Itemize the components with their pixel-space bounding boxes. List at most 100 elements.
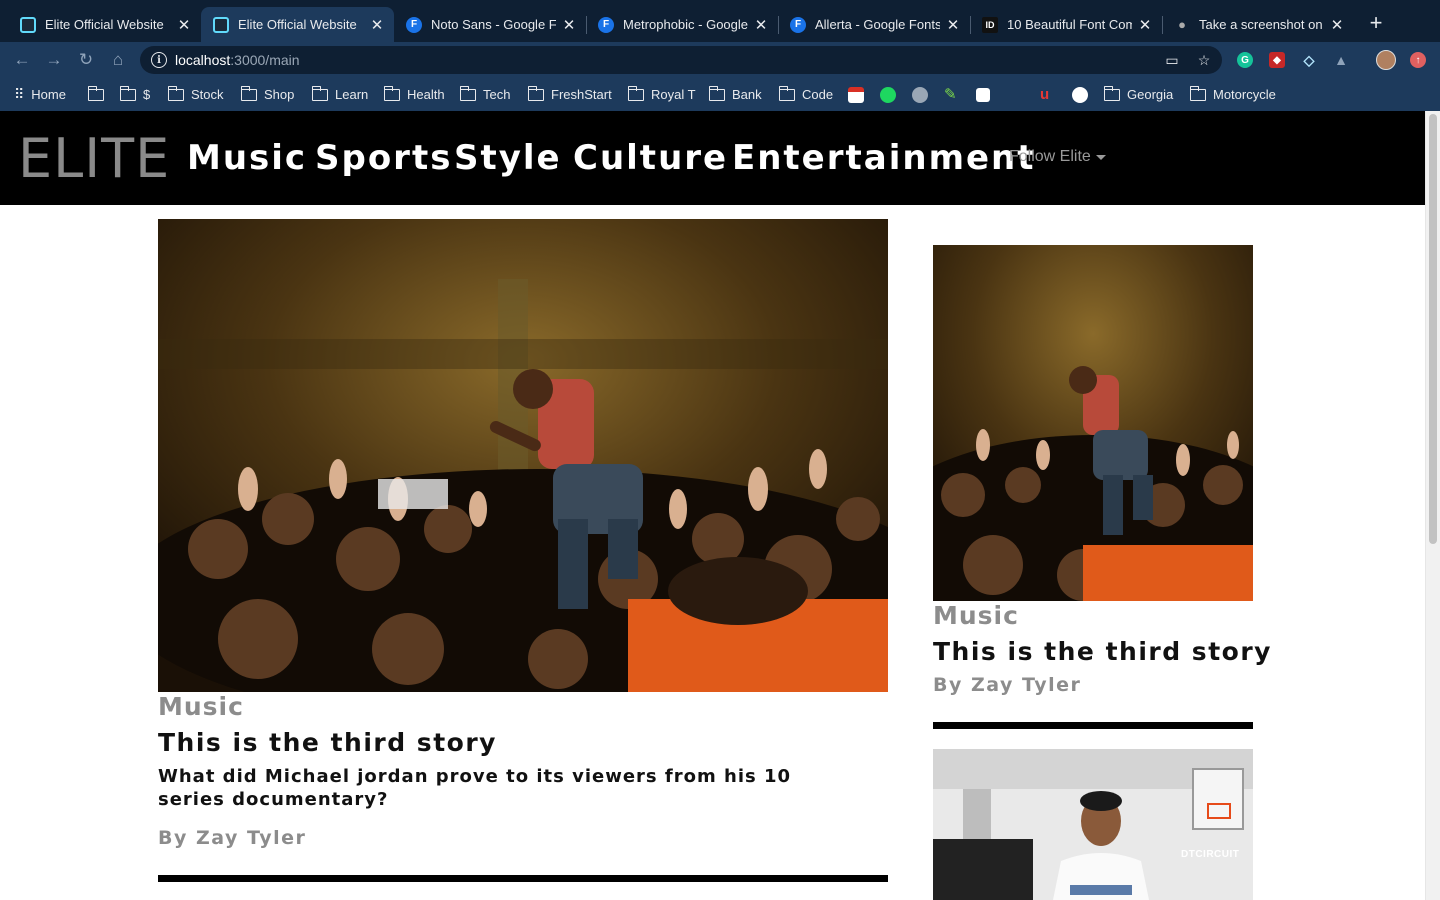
- bookmark-folder[interactable]: Bank: [708, 85, 762, 103]
- folder-icon: [383, 85, 400, 101]
- grammarly-icon[interactable]: G: [1237, 52, 1253, 68]
- update-icon[interactable]: ↑: [1410, 52, 1426, 68]
- bookmark-label: Motorcycle: [1213, 87, 1276, 102]
- bookmark-apps[interactable]: ⠿ Home: [14, 86, 66, 103]
- cast-icon[interactable]: ▭: [1164, 52, 1180, 68]
- side-story-title[interactable]: This is the third story: [933, 636, 1272, 668]
- browser-tab[interactable]: F Metrophobic - Google Fonts ✕: [586, 7, 778, 42]
- bookmark-label: Learn: [335, 87, 369, 102]
- browser-tab[interactable]: ID 10 Beautiful Font Combinations ✕: [970, 7, 1162, 42]
- google-fonts-icon: F: [598, 16, 614, 33]
- bookmark-label: Georgia: [1127, 87, 1174, 102]
- bookmark-folder[interactable]: FreshStart: [527, 85, 612, 103]
- main-story-category[interactable]: Music: [158, 692, 244, 722]
- bookmark-folder[interactable]: Learn: [311, 85, 369, 103]
- main-story-title[interactable]: This is the third story: [158, 727, 497, 759]
- bookmark-folder[interactable]: [87, 85, 111, 103]
- bookmark-folder[interactable]: Stock: [167, 85, 224, 103]
- close-icon[interactable]: ✕: [1138, 16, 1152, 34]
- globe-icon[interactable]: [912, 87, 928, 103]
- unsplash-icon[interactable]: [976, 88, 990, 102]
- forward-arrow-icon[interactable]: →: [44, 50, 64, 70]
- reload-icon[interactable]: ↻: [76, 50, 96, 70]
- tab-title: Take a screenshot on your Mac: [1199, 17, 1324, 32]
- folder-icon: [1189, 85, 1206, 101]
- folder-icon: [167, 85, 184, 101]
- nav-link-sports[interactable]: Sports: [315, 137, 452, 179]
- bookmark-label: FreshStart: [551, 87, 612, 102]
- close-icon[interactable]: ✕: [562, 16, 576, 34]
- green-circle-icon[interactable]: [880, 87, 896, 103]
- close-icon[interactable]: ✕: [1330, 16, 1344, 34]
- nav-link-style[interactable]: Style: [454, 137, 562, 179]
- folder-icon: [119, 85, 136, 101]
- bookmark-label: Home: [31, 87, 66, 102]
- close-icon[interactable]: ✕: [370, 16, 384, 34]
- browser-tab[interactable]: ● Take a screenshot on your Mac ✕: [1162, 7, 1354, 42]
- back-arrow-icon[interactable]: ←: [12, 50, 32, 70]
- bookmark-folder[interactable]: Tech: [459, 85, 511, 103]
- site-logo[interactable]: ELITE: [18, 131, 170, 187]
- profile-avatar[interactable]: [1376, 50, 1396, 70]
- info-icon[interactable]: i: [151, 52, 167, 68]
- extension-red-icon[interactable]: ◆: [1269, 52, 1285, 68]
- leaf-icon[interactable]: ✎: [944, 87, 960, 103]
- bookmark-folder[interactable]: Royal T: [627, 85, 696, 103]
- close-icon[interactable]: ✕: [946, 16, 960, 34]
- folder-icon: [240, 85, 257, 101]
- bookmark-folder[interactable]: $: [119, 85, 150, 103]
- close-icon[interactable]: ✕: [177, 16, 191, 34]
- photo-watermark: DTCIRCUIT: [1181, 849, 1240, 860]
- nav-link-entertainment[interactable]: Entertainment: [732, 137, 1036, 179]
- scrollbar-thumb[interactable]: [1429, 114, 1437, 544]
- tab-title: Allerta - Google Fonts: [815, 17, 940, 32]
- caret-down-icon: [1095, 154, 1106, 160]
- bookmark-label: Royal T: [651, 87, 696, 102]
- browser-tab-active[interactable]: Elite Official Website ✕: [201, 7, 394, 42]
- react-icon: [213, 16, 229, 33]
- close-icon[interactable]: ✕: [754, 16, 768, 34]
- main-story-subtitle: What did Michael jordan prove to its vie…: [158, 766, 792, 810]
- bookmark-folder[interactable]: Georgia: [1103, 85, 1174, 103]
- bookmarks-bar: ⠿ Home $ Stock Shop Learn Health Tech Fr…: [0, 78, 1440, 111]
- gmail-icon[interactable]: [848, 87, 864, 103]
- tab-title: Noto Sans - Google Fonts: [431, 17, 556, 32]
- tab-title: 10 Beautiful Font Combinations: [1007, 17, 1132, 32]
- url-host: localhost: [175, 52, 231, 68]
- address-bar[interactable]: i localhost:3000/main ▭ ☆: [140, 46, 1222, 74]
- nav-link-music[interactable]: Music: [187, 137, 307, 179]
- bookmark-folder[interactable]: Motorcycle: [1189, 85, 1276, 103]
- main-story-divider: [158, 875, 888, 882]
- bookmark-folder[interactable]: Shop: [240, 85, 294, 103]
- concert-illustration: [158, 219, 888, 692]
- browser-tabstrip: Elite Official Website ✕ Elite Official …: [0, 0, 1440, 42]
- side-story-byline: By Zay Tyler: [933, 674, 1082, 696]
- new-tab-plus-icon[interactable]: +: [1366, 12, 1386, 34]
- google-fonts-icon: F: [406, 16, 422, 33]
- diamond-extension-icon[interactable]: ◇: [1301, 52, 1317, 68]
- follow-dropdown[interactable]: Follow Elite: [1009, 148, 1106, 166]
- side-story-image[interactable]: DTCIRCUIT: [933, 749, 1253, 900]
- side-story-category[interactable]: Music: [933, 601, 1019, 631]
- star-icon[interactable]: ☆: [1196, 52, 1212, 68]
- id-icon: ID: [982, 16, 998, 33]
- bookmark-label: Tech: [483, 87, 511, 102]
- home-icon[interactable]: ⌂: [108, 50, 128, 70]
- bookmark-label: Code: [802, 87, 834, 102]
- bookmark-folder[interactable]: Code: [778, 85, 834, 103]
- site-header: ELITE Music Sports Style Culture Enterta…: [0, 111, 1425, 205]
- folder-icon: [627, 85, 644, 101]
- follow-label: Follow Elite: [1009, 148, 1091, 165]
- extension-gray-icon[interactable]: ▲: [1333, 52, 1349, 68]
- browser-tab[interactable]: F Noto Sans - Google Fonts ✕: [394, 7, 586, 42]
- main-story-image[interactable]: [158, 219, 888, 692]
- red-logo-icon[interactable]: u: [1040, 87, 1056, 103]
- browser-tab[interactable]: F Allerta - Google Fonts ✕: [778, 7, 970, 42]
- nav-link-culture[interactable]: Culture: [573, 137, 728, 179]
- bookmark-label: Health: [407, 87, 445, 102]
- bookmark-folder[interactable]: Health: [383, 85, 445, 103]
- yellow-badge-icon[interactable]: [1072, 87, 1088, 103]
- tab-title: Elite Official Website: [238, 17, 357, 32]
- browser-tab[interactable]: Elite Official Website ✕: [8, 7, 201, 42]
- side-story-image[interactable]: [933, 245, 1253, 601]
